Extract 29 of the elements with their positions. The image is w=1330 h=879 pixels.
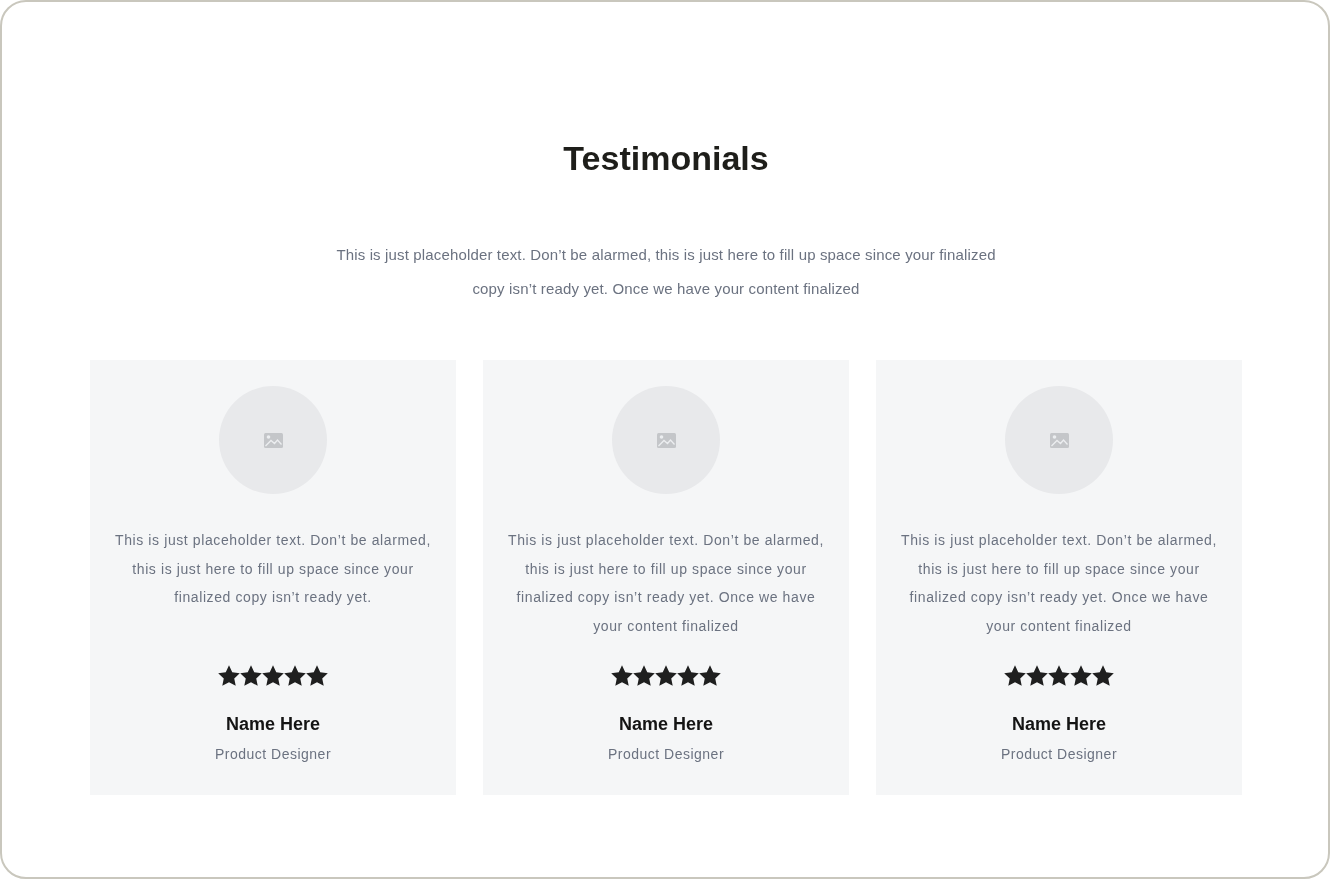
star-icon — [655, 665, 677, 687]
testimonial-quote: This is just placeholder text. Don’t be alarmed, this is just here to fill up space since your finalized copy isn’t ready yet. Once we have your content finalized — [900, 531, 1218, 637]
star-icon — [699, 665, 721, 687]
star-icon — [1048, 665, 1070, 687]
reviewer-role: Product Designer — [607, 745, 725, 764]
star-icon — [306, 665, 328, 687]
intro-text: This is just placeholder text. Don’t be alarmed, this is just here to fill up space since your finalized copy isn’t ready yet. Once we have your content finalized — [335, 245, 997, 299]
star-icon — [677, 665, 699, 687]
star-icon — [1004, 665, 1026, 687]
star-icon — [1092, 665, 1114, 687]
reviewer-name: Name Here — [1011, 713, 1107, 736]
star-icon — [611, 665, 633, 687]
star-icon — [284, 665, 306, 687]
image-icon — [656, 432, 676, 448]
star-icon — [633, 665, 655, 687]
image-icon — [1049, 432, 1069, 448]
testimonial-quote: This is just placeholder text. Don’t be alarmed, this is just here to fill up space since your finalized copy isn’t ready yet. — [114, 531, 432, 608]
star-icon — [240, 665, 262, 687]
section-title: Testimonials — [563, 138, 769, 178]
reviewer-name: Name Here — [225, 713, 321, 736]
star-icon — [218, 665, 240, 687]
image-icon — [263, 432, 283, 448]
reviewer-name: Name Here — [618, 713, 714, 736]
reviewer-role: Product Designer — [214, 745, 332, 764]
star-icon — [1026, 665, 1048, 687]
reviewer-role: Product Designer — [1000, 745, 1118, 764]
star-icon — [262, 665, 284, 687]
testimonial-quote: This is just placeholder text. Don’t be alarmed, this is just here to fill up space since your finalized copy isn’t ready yet. Once we have your content finalized — [507, 531, 825, 637]
star-icon — [1070, 665, 1092, 687]
